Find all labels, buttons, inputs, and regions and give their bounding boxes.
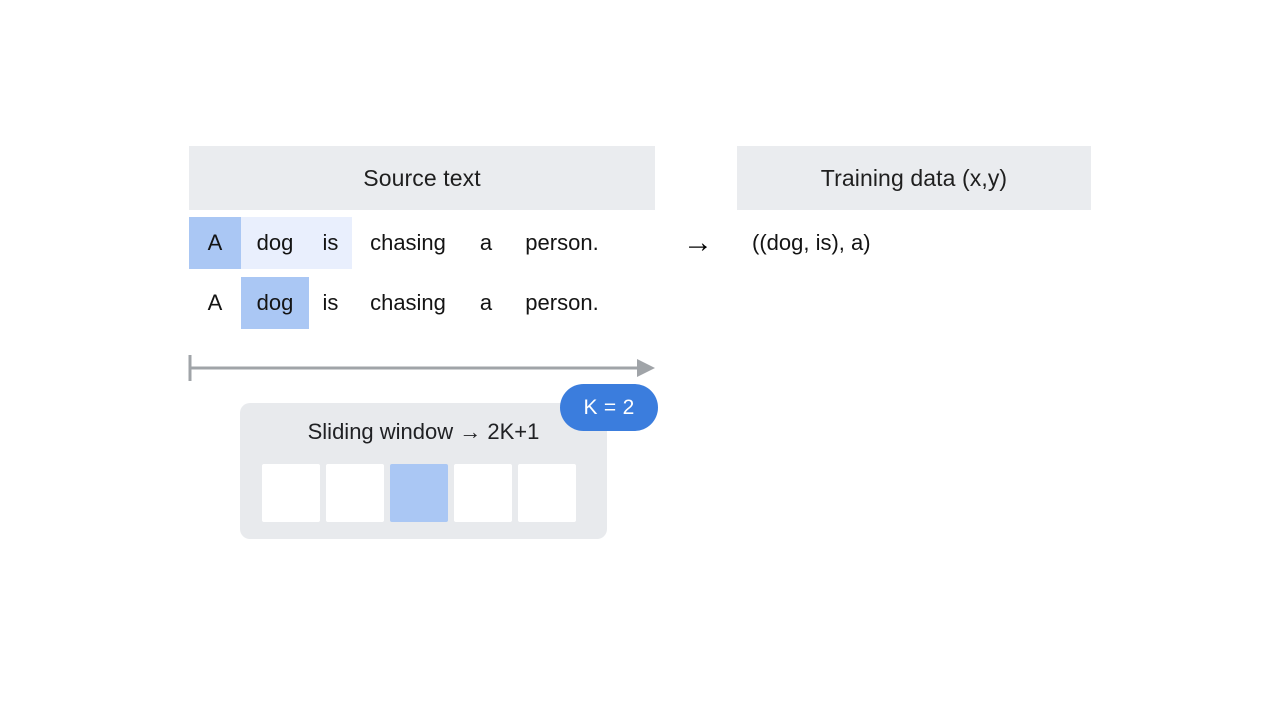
token-is: is <box>322 290 339 315</box>
maps-to-arrow-icon: → <box>683 226 713 259</box>
sliding-window-panel: Sliding window → 2K+1 <box>240 403 607 539</box>
training-data-header: Training data (x,y) <box>737 146 1091 210</box>
sentence-row-2: Adog is chasing a person. <box>189 277 616 329</box>
token-chasing: chasing <box>370 290 446 315</box>
timeline-arrow-icon <box>188 355 655 381</box>
token-a: A <box>189 217 241 269</box>
token-a: A <box>207 290 223 315</box>
window-cell <box>326 464 384 522</box>
token-chasing: chasing <box>370 230 446 255</box>
token-dog: dog <box>241 277 309 329</box>
sliding-window-cells <box>262 464 576 522</box>
token-dog: dog <box>241 217 309 269</box>
token-person: person. <box>525 230 599 255</box>
window-cell <box>262 464 320 522</box>
token-a: a <box>479 290 493 315</box>
diagram-canvas: Source text Training data (x,y) Adog is ch… <box>0 0 1280 720</box>
training-data-value: ((dog, is), a) <box>752 230 871 255</box>
window-cell <box>518 464 576 522</box>
token-a: a <box>479 230 493 255</box>
window-cell <box>454 464 512 522</box>
token-person: person. <box>525 290 599 315</box>
sentence-row-1: Adog is chasing a person. <box>189 217 616 269</box>
window-cell-center <box>390 464 448 522</box>
sliding-window-title: Sliding window → 2K+1 <box>307 419 540 444</box>
k-value-badge: K = 2 <box>560 384 658 431</box>
token-is: is <box>309 217 352 269</box>
source-text-header: Source text <box>189 146 655 210</box>
